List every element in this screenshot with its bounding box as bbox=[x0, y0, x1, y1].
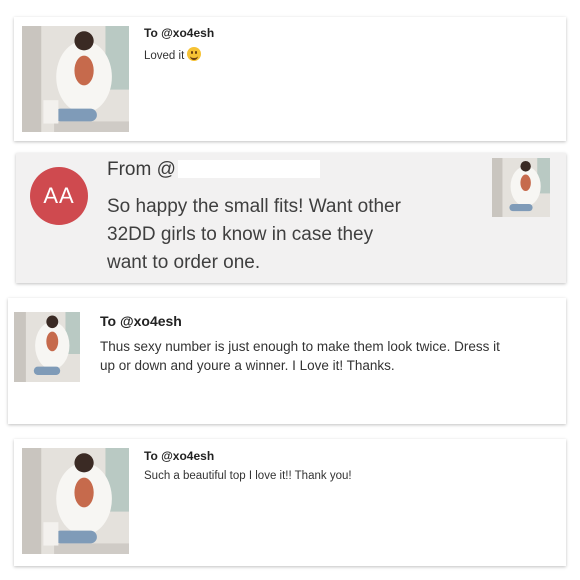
product-photo bbox=[14, 312, 80, 382]
message-line-3: want to order one. bbox=[107, 252, 261, 273]
message-card-3: To @xo4esh Thus sexy number is just enou… bbox=[8, 298, 566, 424]
message-card-2: AA From @ So happy the small fits! Want … bbox=[16, 153, 566, 283]
recipient-label: To @xo4esh bbox=[144, 26, 215, 40]
message-text: Thus sexy number is just enough to make … bbox=[100, 337, 500, 375]
message-text: Such a beautiful top I love it!! Thank y… bbox=[144, 470, 352, 482]
message-line-2: 32DD girls to know in case they bbox=[107, 224, 374, 245]
message-text: So happy the small fits! Want other 32DD… bbox=[107, 193, 401, 277]
message-line-2: up or down and youre a winner. I Love it… bbox=[100, 358, 395, 373]
product-photo bbox=[492, 158, 550, 217]
smiling-face-icon bbox=[187, 47, 202, 61]
redacted-username bbox=[177, 160, 320, 178]
message-line-1: So happy the small fits! Want other bbox=[107, 196, 401, 217]
product-photo bbox=[22, 26, 129, 132]
recipient-label: To @xo4esh bbox=[144, 449, 215, 463]
sender-label-text: From @ bbox=[107, 159, 176, 180]
message-card-4: To @xo4esh Such a beautiful top I love i… bbox=[14, 439, 566, 566]
avatar: AA bbox=[30, 167, 88, 225]
message-text-content: Loved it bbox=[144, 50, 185, 62]
sender-label: From @ bbox=[107, 159, 320, 181]
review-collage: To @xo4esh Loved it AA From @ So happy t… bbox=[0, 0, 580, 580]
product-photo bbox=[22, 448, 129, 554]
message-line-1: Thus sexy number is just enough to make … bbox=[100, 339, 500, 354]
message-text: Loved it bbox=[144, 47, 202, 62]
recipient-label: To @xo4esh bbox=[100, 313, 182, 329]
message-card-1: To @xo4esh Loved it bbox=[14, 17, 566, 141]
